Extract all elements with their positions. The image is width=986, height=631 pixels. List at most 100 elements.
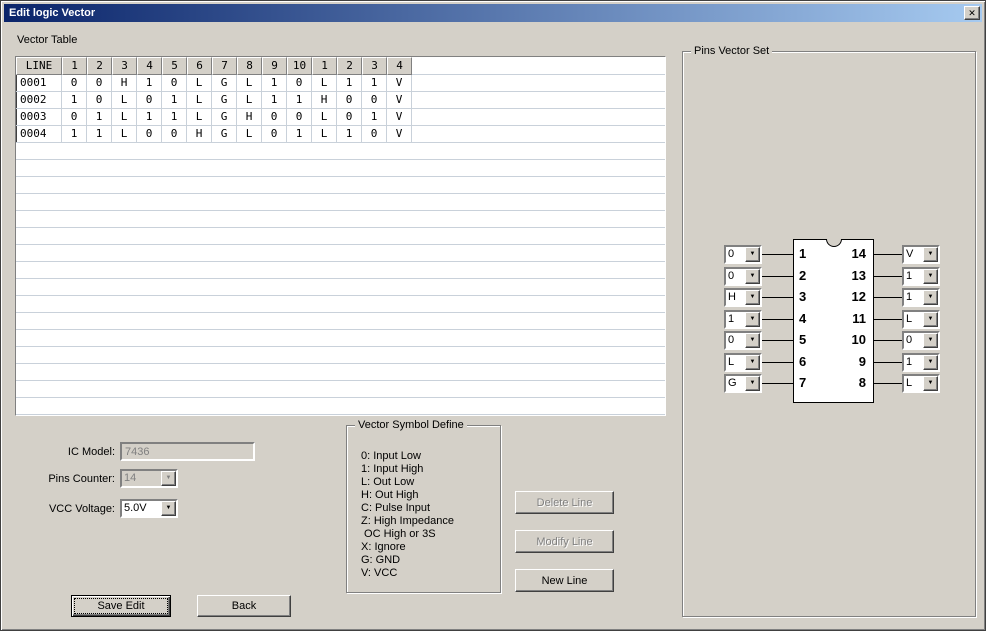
column-header-pin: 3 [112, 57, 137, 75]
vector-table-header-row: LINE 1 2 3 4 5 6 7 8 9 10 1 2 3 4 [16, 57, 665, 75]
new-line-button[interactable]: New Line [515, 569, 614, 592]
vector-cell: V [387, 92, 412, 109]
pin-3-combo[interactable]: H ▼ [724, 288, 762, 307]
vector-cell: 1 [137, 109, 162, 126]
pin-4-combo[interactable]: 1 ▼ [724, 309, 762, 329]
symbol-definition: X: Ignore [361, 541, 406, 553]
dropdown-arrow-icon[interactable]: ▼ [745, 376, 760, 391]
vector-cell: 1 [287, 92, 312, 109]
line-number: 0003 [16, 109, 62, 126]
vector-table-label: Vector Table [17, 34, 78, 46]
pin-number-10: 10 [851, 332, 866, 347]
pins-vector-set-label: Pins Vector Set [691, 45, 773, 58]
pin-12-combo[interactable]: 1 ▼ [902, 288, 940, 307]
pin-2-combo[interactable]: 0 ▼ [724, 266, 762, 286]
pin-8-combo[interactable]: L ▼ [902, 374, 940, 393]
pin-1-combo[interactable]: 0 ▼ [724, 245, 762, 264]
dropdown-arrow-icon[interactable]: ▼ [923, 311, 938, 327]
line-number: 0004 [16, 126, 62, 143]
vector-cell: 0 [87, 92, 112, 109]
dropdown-arrow-icon[interactable]: ▼ [923, 247, 938, 262]
pin-10-combo-value: 0 [906, 334, 913, 346]
column-header-pin: 2 [337, 57, 362, 75]
vector-table-body: 0001 0 0 H 1 0 L G L 1 0 L 1 1 V 0002 1 0 L 0 1 L G L 1 1 H 0 0 V 0003… [16, 75, 665, 143]
dropdown-arrow-icon[interactable]: ▼ [745, 268, 760, 284]
vector-cell: L [312, 126, 337, 143]
vcc-voltage-combo[interactable]: 5.0V ▼ [120, 499, 178, 518]
vector-row-0002[interactable]: 0002 1 0 L 0 1 L G L 1 1 H 0 0 V [16, 92, 665, 109]
symbol-definition: OC High or 3S [361, 528, 436, 540]
pin-7-combo[interactable]: G ▼ [724, 374, 762, 393]
vector-table-empty-rows [16, 143, 665, 415]
dropdown-arrow-icon[interactable]: ▼ [745, 247, 760, 262]
pin-10-combo[interactable]: 0 ▼ [902, 331, 940, 350]
vector-cell: 1 [287, 126, 312, 143]
vector-table[interactable]: LINE 1 2 3 4 5 6 7 8 9 10 1 2 3 4 0001 0 0 H 1 0 L G L 1 0 L 1 1 V 00… [15, 56, 666, 416]
vector-cell: 0 [137, 92, 162, 109]
pin-lead-line [762, 297, 793, 298]
pin-number-13: 13 [851, 267, 866, 283]
pin-lead-line [874, 275, 902, 277]
pin-lead-line [874, 297, 902, 298]
vector-cell: V [387, 109, 412, 126]
row-filler [412, 92, 665, 109]
pin-9-combo[interactable]: 1 ▼ [902, 352, 940, 372]
dropdown-arrow-icon[interactable]: ▼ [923, 354, 938, 370]
vector-cell: 0 [62, 75, 87, 92]
vector-row-0001[interactable]: 0001 0 0 H 1 0 L G L 1 0 L 1 1 V [16, 75, 665, 92]
dropdown-arrow-icon[interactable]: ▼ [161, 501, 176, 516]
close-button[interactable]: ✕ [964, 6, 980, 20]
dropdown-arrow-icon[interactable]: ▼ [745, 354, 760, 370]
pin-14-combo-value: V [906, 248, 914, 260]
vector-row-0004[interactable]: 0004 1 1 L 0 0 H G L 0 1 L 1 0 V [16, 126, 665, 143]
vector-cell: H [187, 126, 212, 143]
pin-11-combo[interactable]: L ▼ [902, 309, 940, 329]
pin-lead-line [874, 383, 902, 384]
vector-cell: 1 [337, 126, 362, 143]
vector-cell: 1 [262, 75, 287, 92]
dropdown-arrow-icon[interactable]: ▼ [923, 290, 938, 305]
vector-symbol-define-group: Vector Symbol Define 0: Input Low 1: Inpu… [346, 419, 501, 593]
vector-cell: 1 [362, 75, 387, 92]
vector-cell: 1 [362, 109, 387, 126]
pin-6-combo[interactable]: L ▼ [724, 352, 762, 372]
pin-5-combo[interactable]: 0 ▼ [724, 331, 762, 350]
vector-cell: 1 [337, 75, 362, 92]
pin-3-combo-value: H [728, 291, 736, 303]
pin-5-combo-value: 0 [728, 334, 735, 346]
column-header-pin: 3 [362, 57, 387, 75]
vector-cell: L [112, 126, 137, 143]
dropdown-arrow-icon[interactable]: ▼ [745, 311, 760, 327]
title-bar[interactable]: Edit logic Vector ✕ [4, 4, 982, 22]
vector-cell: 0 [62, 109, 87, 126]
save-edit-button[interactable]: Save Edit [71, 595, 171, 617]
header-filler [412, 57, 665, 75]
back-button[interactable]: Back [197, 595, 291, 617]
dropdown-arrow-icon[interactable]: ▼ [745, 333, 760, 348]
pin-13-combo[interactable]: 1 ▼ [902, 266, 940, 286]
pins-counter-label: Pins Counter: [48, 473, 115, 485]
vector-cell: 1 [62, 126, 87, 143]
pin-9-combo-value: 1 [906, 355, 913, 368]
pins-counter-combo: 14 ▼ [120, 469, 178, 488]
pin-lead-line [874, 318, 902, 320]
dropdown-arrow-icon[interactable]: ▼ [745, 290, 760, 305]
vector-cell: L [112, 92, 137, 109]
vector-cell: 0 [362, 126, 387, 143]
row-filler [412, 109, 665, 126]
pin-14-combo[interactable]: V ▼ [902, 245, 940, 264]
pin-4-combo-value: 1 [728, 312, 735, 325]
delete-line-button: Delete Line [515, 491, 614, 514]
vector-cell: L [187, 109, 212, 126]
dropdown-arrow-icon[interactable]: ▼ [923, 376, 938, 391]
modify-line-button: Modify Line [515, 530, 614, 553]
symbol-definition: L: Out Low [361, 476, 415, 488]
vector-cell: 1 [87, 126, 112, 143]
dropdown-arrow-icon[interactable]: ▼ [923, 333, 938, 348]
vector-cell: 0 [287, 109, 312, 126]
vector-cell: G [212, 109, 237, 126]
vcc-voltage-label: VCC Voltage: [48, 503, 115, 515]
vector-row-0003[interactable]: 0003 0 1 L 1 1 L G H 0 0 L 0 1 V [16, 109, 665, 126]
vector-cell: 1 [62, 92, 87, 109]
dropdown-arrow-icon[interactable]: ▼ [923, 268, 938, 284]
